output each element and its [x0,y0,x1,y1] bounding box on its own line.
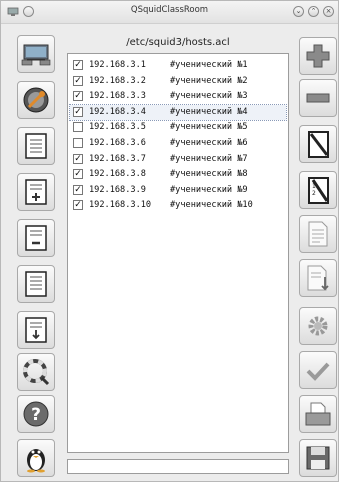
list-remove-icon [25,225,47,251]
host-ip: 192.168.3.6 [89,138,146,148]
host-row[interactable]: 192.168.3.5 #ученический №5 [70,120,286,135]
numbered-list-button[interactable]: 1 2 [299,171,337,209]
host-checkbox[interactable]: ✓ [73,60,83,70]
host-checkbox[interactable]: ✓ [73,106,83,117]
list-download-button[interactable] [17,311,55,349]
host-description: #ученический №10 [170,200,253,211]
host-checkbox[interactable]: ✓ [73,184,83,195]
remove-host-button[interactable] [299,79,337,117]
help-icon: ? [23,401,49,427]
lifebuoy-search-icon [23,359,50,386]
host-description: #ученический №6 [170,138,248,148]
host-checkbox[interactable]: ✓ [73,200,83,211]
main-window: QSquidClassRoom ⌄ ⌃ × ? /etc/squid3/host… [0,0,339,482]
help-button[interactable]: ? [17,395,55,433]
save-floppy-icon [306,446,330,470]
host-ip: 192.168.3.4 [89,106,146,117]
host-description: #ученический №4 [170,106,248,117]
host-description: #ученический №3 [170,91,248,102]
apply-check-icon [306,362,330,381]
list-edit-icon [25,271,47,297]
host-ip: 192.168.3.10 [89,200,152,211]
close-button[interactable]: × [323,6,334,17]
host-checkbox[interactable]: ✓ [73,169,83,180]
host-description: #ученический №5 [170,122,248,133]
svg-text:1: 1 [312,183,316,190]
title-bar: QSquidClassRoom ⌄ ⌃ × [1,1,338,24]
numbered-notebook-icon: 1 2 [308,177,329,204]
minimize-button[interactable]: ⌄ [293,6,304,17]
document-icon [308,221,328,247]
list-add-icon [25,179,47,205]
host-ip: 192.168.3.5 [89,122,146,133]
apply-button[interactable] [299,351,337,389]
host-checkbox[interactable] [73,138,83,148]
host-description: #ученический №9 [170,184,248,195]
about-button[interactable] [17,439,55,477]
host-row[interactable]: ✓ 192.168.3.8 #ученический №8 [70,167,286,182]
squid-settings-button[interactable] [17,81,55,119]
host-ip: 192.168.3.8 [89,169,146,180]
save-button[interactable] [299,439,337,477]
host-row[interactable]: 192.168.3.6 #ученический №6 [70,136,286,151]
host-row[interactable]: ✓ 192.168.3.4 #ученический №4 [69,103,287,121]
host-row[interactable]: ✓ 192.168.3.10 #ученический №10 [70,198,286,213]
host-description: #ученический №2 [170,75,248,86]
host-ip: 192.168.3.9 [89,184,146,195]
maximize-button[interactable]: ⌃ [308,6,319,17]
list-document-icon [25,133,47,159]
document-button[interactable] [299,215,337,253]
document-import-icon [307,265,329,291]
linux-penguin-icon [27,449,45,473]
host-ip: 192.168.3.7 [89,153,146,164]
svg-text:?: ? [31,405,41,425]
import-button[interactable] [299,259,337,297]
network-button[interactable] [17,35,55,73]
host-description: #ученический №1 [170,60,248,70]
host-ip: 192.168.3.3 [89,91,146,102]
list-download-icon [25,317,47,343]
host-description: #ученический №7 [170,153,248,164]
add-host-button[interactable] [299,37,337,75]
host-row[interactable]: ✓ 192.168.3.2 #ученический №2 [70,74,286,89]
file-path-label: /etc/squid3/hosts.acl [126,37,230,48]
host-row[interactable]: ✓ 192.168.3.9 #ученический №9 [70,183,286,198]
host-ip: 192.168.3.2 [89,75,146,86]
list-add-button[interactable] [17,173,55,211]
host-checkbox[interactable]: ✓ [73,75,83,86]
host-checkbox[interactable]: ✓ [73,153,83,164]
svg-text:2: 2 [312,190,316,197]
host-description: #ученический №8 [170,169,248,180]
hosts-list[interactable]: ✓ 192.168.3.1 #ученический №1 ✓ 192.168.3.2 #… [67,53,289,453]
settings-button[interactable] [299,307,337,345]
host-ip: 192.168.3.1 [89,60,146,70]
add-icon [306,44,330,68]
list-edit-button[interactable] [17,265,55,303]
network-computers-icon [21,44,51,66]
host-row[interactable]: ✓ 192.168.3.3 #ученический №3 [70,89,286,104]
edit-notebook-icon [308,131,329,158]
settings-gear-icon [308,316,328,336]
host-row[interactable]: ✓ 192.168.3.1 #ученический №1 [70,58,286,73]
search-help-button[interactable] [17,353,55,391]
host-row[interactable]: ✓ 192.168.3.7 #ученический №7 [70,152,286,167]
squid-settings-icon [23,87,49,113]
list-remove-button[interactable] [17,219,55,257]
filter-input[interactable] [67,459,289,474]
host-checkbox[interactable] [73,122,83,133]
window-title: QSquidClassRoom [130,5,209,15]
host-checkbox[interactable]: ✓ [73,91,83,102]
print-button[interactable] [299,395,337,433]
edit-host-button[interactable] [299,125,337,163]
printer-icon [305,402,331,426]
open-list-button[interactable] [17,127,55,165]
remove-icon [306,93,330,103]
